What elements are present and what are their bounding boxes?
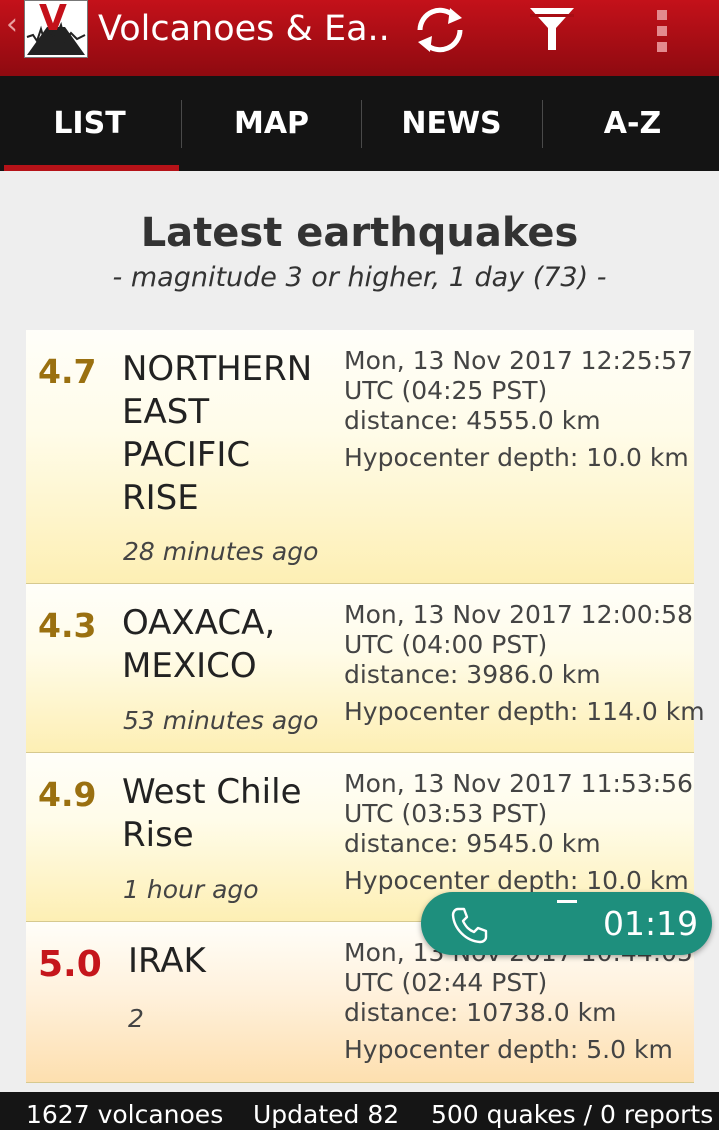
page-subtitle: - magnitude 3 or higher, 1 day (73) -	[112, 262, 607, 293]
back-caret-icon[interactable]: ‹	[6, 10, 18, 40]
quake-time-pst: UTC (02:44 PST)	[344, 968, 548, 997]
tab-list[interactable]: LIST	[0, 76, 179, 171]
quake-depth: Hypocenter depth: 10.0 km	[344, 443, 689, 472]
quake-details: Mon, 13 Nov 2017 11:53:56 UTC (03:53 PST…	[344, 769, 693, 896]
quake-details: Mon, 13 Nov 2017 10:44:05 UTC (02:44 PST…	[344, 938, 693, 1065]
filter-icon[interactable]	[526, 4, 578, 56]
quake-distance: distance: 9545.0 km	[344, 829, 601, 858]
app-title: Volcanoes & Ea..	[98, 9, 390, 49]
magnitude-label: 5.0	[38, 944, 102, 985]
ongoing-call-pill[interactable]: 01:19	[421, 892, 712, 955]
volcano-count: 1627 volcanoes	[26, 1100, 224, 1129]
refresh-icon[interactable]	[408, 4, 472, 56]
quake-list-item[interactable]: 4.3 OAXACA, MEXICO 53 minutes ago Mon, 1…	[26, 584, 705, 753]
quake-distance: distance: 3986.0 km	[344, 660, 601, 689]
quake-place: NORTHERN EAST PACIFIC RISE	[122, 348, 320, 520]
quake-depth: Hypocenter depth: 5.0 km	[344, 1035, 673, 1064]
call-timer: 01:19	[603, 904, 699, 943]
overflow-menu-icon[interactable]	[652, 4, 672, 56]
quake-depth: Hypocenter depth: 114.0 km	[344, 697, 705, 726]
place-line: West Chile	[122, 772, 302, 812]
quake-time-pst: UTC (03:53 PST)	[344, 799, 548, 828]
tab-a-z[interactable]: A-Z	[543, 76, 719, 171]
page-title: Latest earthquakes	[140, 210, 579, 256]
quake-time: Mon, 13 Nov 2017 11:53:56	[344, 769, 693, 798]
tab-bar: LIST MAP NEWS A-Z	[0, 76, 719, 171]
place-line: PACIFIC	[122, 435, 251, 475]
quake-place: IRAK	[128, 940, 326, 983]
quake-place: West Chile Rise	[122, 771, 320, 857]
quake-place: OAXACA, MEXICO	[122, 602, 320, 688]
action-bar: ‹ V Volcanoes & Ea..	[0, 0, 719, 76]
tab-map[interactable]: MAP	[182, 76, 361, 171]
quake-time: Mon, 13 Nov 2017 12:00:58	[344, 600, 693, 629]
quake-time-pst: UTC (04:00 PST)	[344, 630, 548, 659]
magnitude-label: 4.9	[38, 775, 97, 814]
place-line: Rise	[122, 815, 194, 855]
app-logo[interactable]: V	[24, 0, 88, 58]
time-ago: 53 minutes ago	[123, 706, 319, 735]
magnitude-label: 4.3	[38, 606, 97, 645]
status-footer: 1627 volcanoes Updated 82 500 quakes / 0…	[0, 1092, 719, 1130]
phone-icon	[451, 907, 488, 944]
time-ago: 28 minutes ago	[123, 537, 319, 566]
quake-details: Mon, 13 Nov 2017 12:00:58 UTC (04:00 PST…	[344, 600, 705, 727]
time-ago: 2	[128, 1004, 144, 1033]
magnitude-label: 4.7	[38, 352, 97, 391]
quake-list-item[interactable]: 4.7 NORTHERN EAST PACIFIC RISE 28 minute…	[26, 330, 694, 584]
place-line: OAXACA,	[122, 603, 276, 643]
time-ago: 1 hour ago	[123, 875, 259, 904]
quake-time-pst: UTC (04:25 PST)	[344, 376, 548, 405]
quake-details: Mon, 13 Nov 2017 12:25:57 UTC (04:25 PST…	[344, 346, 693, 473]
tab-news[interactable]: NEWS	[362, 76, 541, 171]
place-line: RISE	[122, 478, 199, 518]
place-line: MEXICO	[122, 646, 257, 686]
quake-report-count: 500 quakes / 0 reports	[431, 1100, 714, 1129]
logo-letter: V	[39, 0, 67, 39]
place-line: IRAK	[128, 941, 206, 981]
drag-handle[interactable]	[557, 900, 577, 903]
updated-count: Updated 82	[253, 1100, 400, 1129]
place-line: EAST	[122, 392, 210, 432]
place-line: NORTHERN	[122, 349, 313, 389]
quake-distance: distance: 4555.0 km	[344, 406, 601, 435]
quake-distance: distance: 10738.0 km	[344, 998, 617, 1027]
quake-time: Mon, 13 Nov 2017 12:25:57	[344, 346, 693, 375]
